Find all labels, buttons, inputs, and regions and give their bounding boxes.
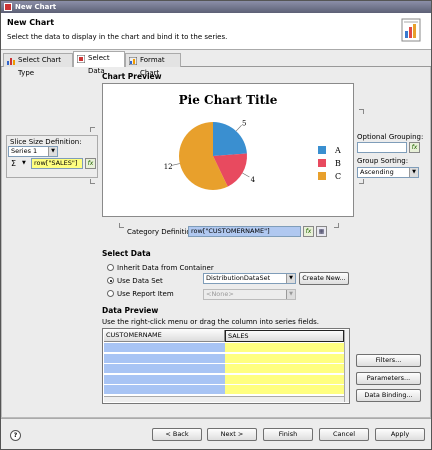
help-icon[interactable]: ?: [10, 430, 21, 441]
legend-label: C: [335, 172, 341, 181]
filters-button[interactable]: Filters...: [356, 354, 421, 367]
leader-line: [235, 125, 242, 132]
use-report-item-radio[interactable]: [107, 290, 114, 297]
optional-grouping-label: Optional Grouping:: [357, 133, 424, 141]
table-cell[interactable]: [104, 353, 225, 364]
legend-label: B: [335, 159, 341, 168]
create-new-button[interactable]: Create New...: [299, 272, 349, 285]
use-report-item-label: Use Report Item: [117, 290, 174, 298]
bracket: [90, 127, 95, 132]
next-button[interactable]: Next >: [207, 428, 257, 441]
footer-divider: [1, 418, 431, 419]
data-label: 4: [251, 176, 256, 184]
inherit-data-radio[interactable]: [107, 264, 114, 271]
table-cell[interactable]: [225, 353, 344, 364]
table-cell[interactable]: [225, 385, 344, 395]
format-icon: [129, 57, 137, 65]
group-icon[interactable]: ▦: [316, 226, 327, 237]
chevron-down-icon: ▼: [409, 168, 418, 177]
slice-size-label: Slice Size Definition:: [9, 138, 83, 146]
app-icon: [4, 3, 12, 11]
table-cell[interactable]: [225, 374, 344, 385]
category-expression-field[interactable]: row["CUSTOMERNAME"]: [188, 226, 301, 237]
bracket: [359, 109, 364, 114]
sigma-icon[interactable]: Σ: [11, 159, 16, 168]
optional-grouping-field[interactable]: [357, 142, 407, 153]
new-chart-dialog: New Chart New Chart Select the data to d…: [0, 0, 432, 450]
apply-button[interactable]: Apply: [375, 428, 425, 441]
chart-preview-label: Chart Preview: [102, 72, 162, 81]
data-preview-hint: Use the right-click menu or drag the col…: [102, 318, 320, 326]
category-definition-label: Category Definition:: [127, 228, 198, 236]
table-cell[interactable]: [104, 374, 225, 385]
bracket: [119, 223, 124, 228]
tab-bar: Select Chart Type Select Data Format Cha…: [1, 51, 431, 77]
parameters-button[interactable]: Parameters...: [356, 372, 421, 385]
expression-builder-button[interactable]: fx: [409, 142, 420, 153]
chevron-down-icon[interactable]: ▼: [22, 160, 26, 166]
table-cell[interactable]: [225, 364, 344, 374]
pie-chart: Pie Chart Title 5 4 12 ABC: [164, 93, 341, 190]
dataset-select-value: DistributionDataSet: [206, 274, 271, 282]
legend-swatch: [318, 146, 326, 154]
finish-button[interactable]: Finish: [263, 428, 313, 441]
data-preview-table: CUSTOMERNAME SALES: [102, 328, 350, 404]
table-cell[interactable]: [104, 385, 225, 395]
data-icon: [77, 55, 85, 63]
back-button[interactable]: < Back: [152, 428, 202, 441]
chevron-down-icon: ▼: [286, 290, 295, 299]
vertical-scrollbar[interactable]: [344, 330, 349, 402]
tab-select-chart-type[interactable]: Select Chart Type: [3, 53, 73, 77]
series-select[interactable]: Series 1 ▼: [8, 146, 58, 157]
chart-type-icon: [7, 58, 15, 65]
column-header-customername[interactable]: CUSTOMERNAME: [104, 330, 225, 342]
dialog-title: New Chart: [7, 18, 55, 27]
chart-wizard-icon: [401, 18, 421, 42]
slice-expression-field[interactable]: row["SALES"]: [31, 158, 83, 169]
data-preview-label: Data Preview: [102, 306, 159, 315]
data-label: 5: [242, 119, 246, 127]
horizontal-scrollbar[interactable]: [104, 396, 344, 402]
dataset-select[interactable]: DistributionDataSet ▼: [203, 273, 296, 284]
group-sorting-value: Ascending: [360, 168, 394, 176]
table-cell[interactable]: [225, 343, 344, 353]
legend-label: A: [334, 146, 341, 155]
expression-builder-button[interactable]: fx: [303, 226, 314, 237]
group-sorting-select[interactable]: Ascending ▼: [357, 167, 419, 178]
group-sorting-label: Group Sorting:: [357, 157, 409, 165]
chart-title: Pie Chart Title: [179, 93, 278, 107]
legend-swatch: [318, 159, 326, 167]
select-data-label: Select Data: [102, 249, 151, 258]
inherit-data-label: Inherit Data from Container: [117, 264, 214, 272]
dialog-header: New Chart Select the data to display in …: [1, 13, 431, 50]
column-header-sales[interactable]: SALES: [225, 330, 344, 342]
series-select-value: Series 1: [11, 147, 38, 155]
data-label: 12: [164, 163, 173, 171]
title-bar: New Chart: [1, 1, 431, 13]
chart-preview: Pie Chart Title 5 4 12 ABC: [102, 83, 354, 217]
use-dataset-radio[interactable]: [107, 277, 114, 284]
tab-select-data[interactable]: Select Data: [73, 51, 125, 75]
table-cell[interactable]: [104, 364, 225, 374]
bracket: [334, 223, 339, 228]
leader-line: [171, 163, 180, 166]
table-cell[interactable]: [104, 343, 225, 353]
report-item-select-value: <None>: [206, 290, 234, 298]
chevron-down-icon: ▼: [286, 274, 295, 283]
leader-line: [242, 172, 250, 178]
window-title: New Chart: [15, 3, 57, 11]
bracket: [359, 179, 364, 184]
tab-format-chart[interactable]: Format Chart: [125, 53, 181, 77]
report-item-select[interactable]: <None> ▼: [203, 289, 296, 300]
dialog-subtitle: Select the data to display in the chart …: [7, 33, 228, 41]
expression-builder-button[interactable]: fx: [85, 158, 96, 169]
bracket: [90, 179, 95, 184]
cancel-button[interactable]: Cancel: [319, 428, 369, 441]
data-binding-button[interactable]: Data Binding...: [356, 389, 421, 402]
legend-swatch: [318, 172, 326, 180]
use-dataset-label: Use Data Set: [117, 277, 163, 285]
chevron-down-icon: ▼: [48, 147, 57, 156]
